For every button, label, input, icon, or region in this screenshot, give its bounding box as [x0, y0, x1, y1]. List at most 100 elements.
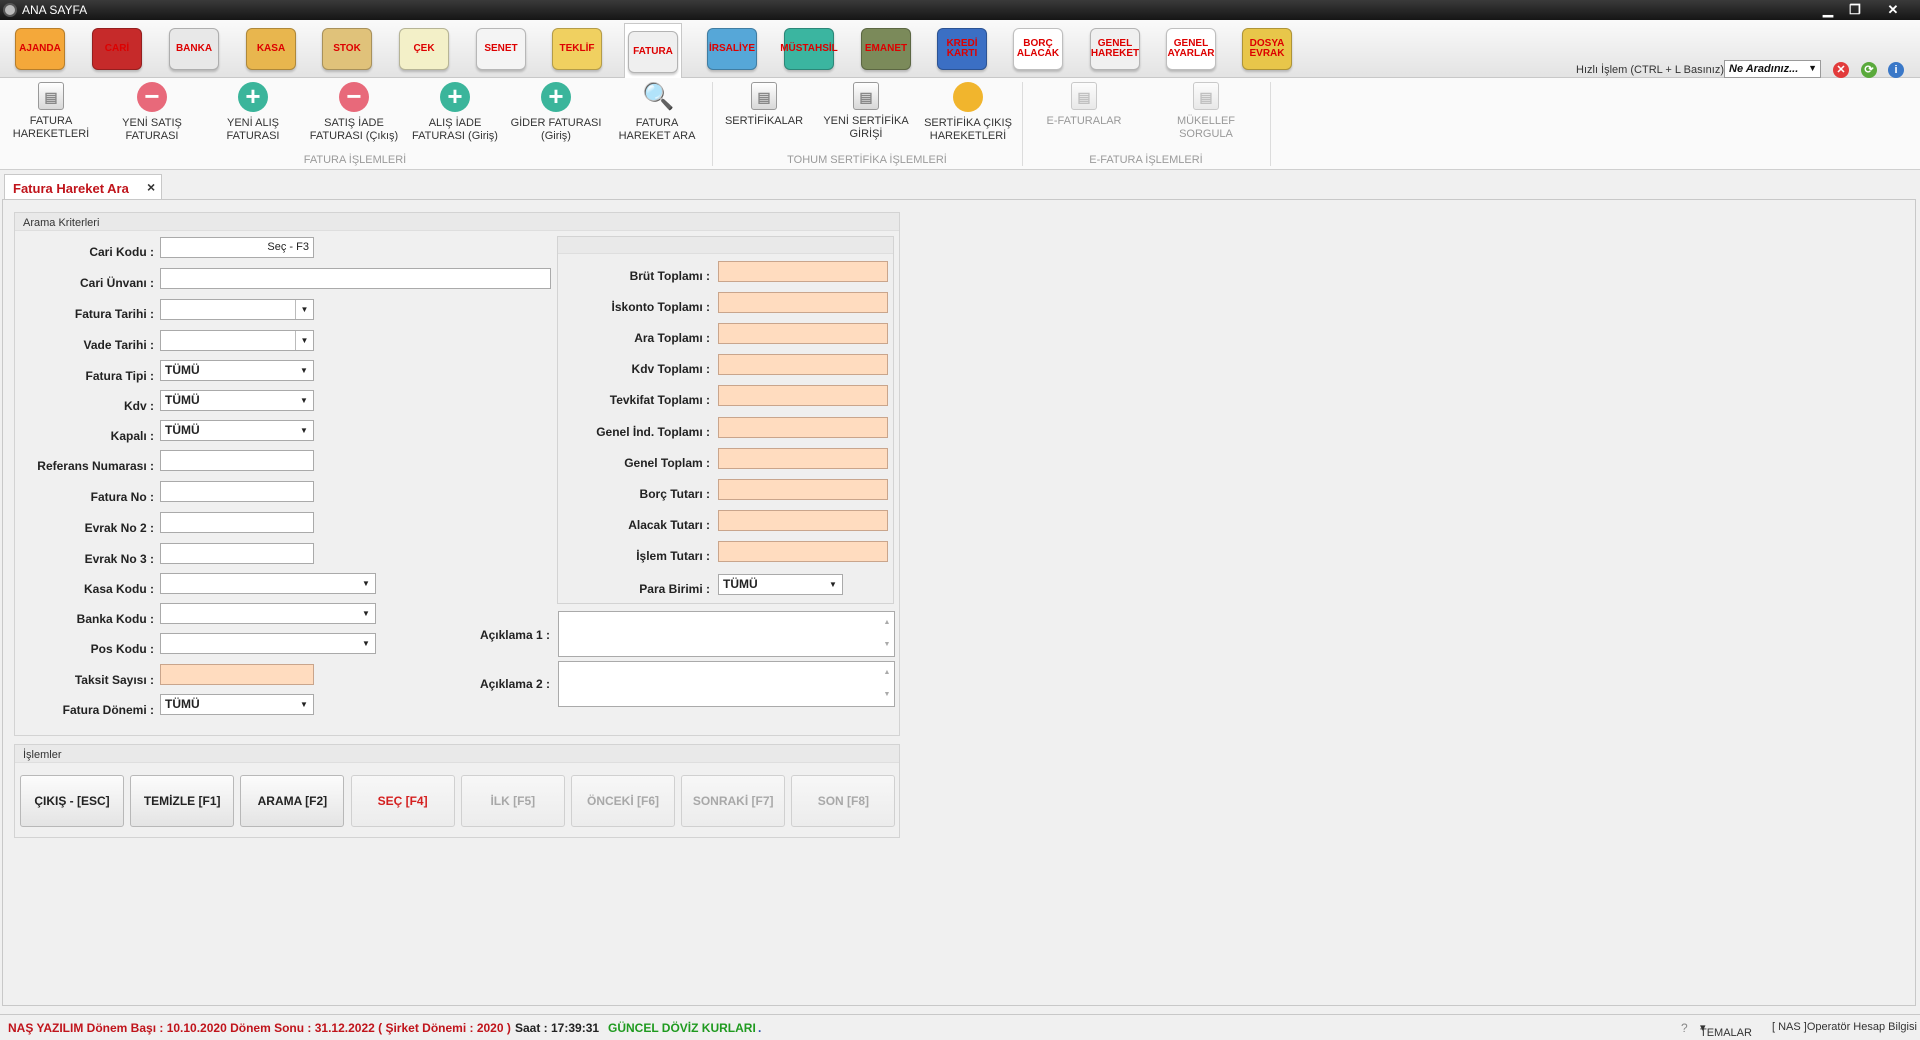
total-value-field[interactable]	[718, 261, 888, 282]
ribbon-button-ali-i-ade-faturasi-giri-[interactable]: + ALIŞ İADE FATURASI (Giriş)	[407, 82, 503, 152]
ribbon-button-serti-fi-kalar[interactable]: ▤ SERTİFİKALAR	[716, 82, 812, 152]
ribbon-divider	[712, 82, 713, 166]
fatura-donemi-value: TÜMÜ	[165, 697, 200, 711]
restore-button[interactable]: ❐	[1842, 1, 1868, 18]
action-button-son-f8[interactable]: SON [F8]	[791, 775, 896, 827]
evrak-no-3-input[interactable]	[160, 543, 314, 564]
ribbon-button-fatura-hareket-ara[interactable]: 🔍 FATURA HAREKET ARA	[609, 82, 705, 152]
aciklama-1-label: Açıklama 1 :	[479, 628, 550, 642]
ribbon-button-label: FATURA HAREKETLERİ	[12, 115, 90, 140]
kasa-kodu-select[interactable]: ▼	[160, 573, 376, 594]
action-button-i-lk-f5[interactable]: İLK [F5]	[460, 775, 565, 827]
total-value-field[interactable]	[718, 447, 888, 469]
quick-action-input[interactable]: Ne Aradınız... ▼	[1724, 60, 1821, 78]
ribbon-button-serti-fi-ka-iki-hareketleri-[interactable]: SERTİFİKA ÇIKIŞ HAREKETLERİ	[920, 82, 1016, 152]
module-agenda-button[interactable]: AJANDA	[11, 24, 69, 74]
total-label: Genel Toplam :	[624, 455, 710, 470]
total-value-field[interactable]	[718, 478, 888, 500]
fatura-donemi-select[interactable]: TÜMÜ ▼	[160, 694, 314, 715]
module-waybill-button[interactable]: İRSALİYE	[703, 24, 761, 74]
kapali-select[interactable]: TÜMÜ ▼	[160, 420, 314, 441]
module-file-button[interactable]: DOSYA EVRAK	[1238, 24, 1296, 74]
taksit-sayisi-input[interactable]	[160, 664, 314, 685]
scrollbar[interactable]: ▲ ▼	[880, 662, 894, 706]
info-icon[interactable]: i	[1888, 62, 1904, 78]
action-button-temi-zle-f1[interactable]: TEMİZLE [F1]	[130, 775, 235, 827]
cari-kodu-input[interactable]: Seç - F3	[160, 237, 314, 258]
scrollbar[interactable]: ▲ ▼	[880, 612, 894, 656]
action-button-iki-esc[interactable]: ÇIKIŞ - [ESC]	[20, 775, 124, 827]
pos-kodu-select[interactable]: ▼	[160, 633, 376, 654]
close-tab-icon[interactable]: ×	[147, 179, 155, 195]
ribbon-button-fatura-hareketleri-[interactable]: ▤ FATURA HAREKETLERİ	[3, 82, 99, 152]
total-value-field[interactable]	[718, 416, 888, 438]
ribbon-button-m-kellef-sorgula[interactable]: ▤ MÜKELLEF SORGULA	[1158, 82, 1254, 152]
status-bar: NAŞ YAZILIM Dönem Başı : 10.10.2020 Döne…	[0, 1014, 1920, 1040]
module-offer-button[interactable]: TEKLİF	[548, 24, 606, 74]
referans-input[interactable]	[160, 450, 314, 471]
total-value-field[interactable]	[718, 323, 888, 345]
module-credit-card-button[interactable]: KREDİ KARTI	[933, 24, 991, 74]
cari-unvani-input[interactable]	[160, 268, 551, 289]
total-value-field[interactable]	[718, 385, 888, 407]
module-general-movement-button[interactable]: GENEL HAREKET	[1086, 24, 1144, 74]
operator-info[interactable]: [ NAS ]Operatör Hesap Bilgisi	[1772, 1021, 1917, 1033]
module-settings-button[interactable]: GENEL AYARLAR	[1162, 24, 1220, 74]
module-label: KASA	[256, 43, 286, 54]
chevron-down-icon: ▼	[300, 700, 308, 709]
evrak-no-2-input[interactable]	[160, 512, 314, 533]
tab-fatura-hareket-ara[interactable]: Fatura Hareket Ara ×	[4, 174, 162, 200]
kdv-select[interactable]: TÜMÜ ▼	[160, 390, 314, 411]
module-invoice-button[interactable]: FATURA	[624, 23, 682, 79]
group-label-efatura: E-FATURA İŞLEMLERİ	[1089, 154, 1203, 166]
module-cheque-button[interactable]: ÇEK	[395, 24, 453, 74]
refresh-icon[interactable]: ⟳	[1861, 62, 1877, 78]
aciklama-1-textarea[interactable]: ▲ ▼	[558, 611, 895, 657]
ribbon-button-yeni-sati-faturasi[interactable]: − YENİ SATIŞ FATURASI	[104, 82, 200, 152]
action-button-nceki-f6[interactable]: ÖNCEKİ [F6]	[571, 775, 675, 827]
total-value-field[interactable]	[718, 354, 888, 376]
ribbon-button-yeni-ali-faturasi[interactable]: + YENİ ALIŞ FATURASI	[205, 82, 301, 152]
close-window-button[interactable]: ✕	[1880, 1, 1906, 18]
chevron-down-icon: ▼	[300, 426, 308, 435]
module-note-button[interactable]: SENET	[472, 24, 530, 74]
e-invoice-icon: ▤	[1071, 82, 1097, 110]
module-label: STOK	[333, 43, 361, 54]
fatura-tarihi-input[interactable]: ▼	[160, 299, 314, 320]
total-value-field[interactable]	[718, 509, 888, 531]
aciklama-2-textarea[interactable]: ▲ ▼	[558, 661, 895, 707]
ribbon-button-gi-der-faturasi-giri-[interactable]: + GİDER FATURASI (Giriş)	[508, 82, 604, 152]
module-cari-button[interactable]: CARİ	[88, 24, 146, 74]
action-button-sonraki-f7[interactable]: SONRAKİ [F7]	[681, 775, 786, 827]
module-bank-button[interactable]: BANKA	[165, 24, 223, 74]
fatura-tipi-select[interactable]: TÜMÜ ▼	[160, 360, 314, 381]
ribbon-button-e-faturalar[interactable]: ▤ E-FATURALAR	[1036, 82, 1132, 152]
chevron-down-icon[interactable]: ▼	[295, 331, 313, 350]
ribbon-button-label: MÜKELLEF SORGULA	[1176, 115, 1236, 140]
module-cashbox-button[interactable]: KASA	[242, 24, 300, 74]
module-deposit-button[interactable]: EMANET	[857, 24, 915, 74]
total-value-field[interactable]	[718, 292, 888, 314]
themes-menu[interactable]: TEMALAR ▾	[1700, 1021, 1752, 1039]
ribbon-button-sati-i-ade-faturasi-k-[interactable]: − SATIŞ İADE FATURASI (Çıkış)	[306, 82, 402, 152]
exchange-rates-link[interactable]: GÜNCEL DÖVİZ KURLARI	[608, 1021, 756, 1035]
fatura-no-input[interactable]	[160, 481, 314, 502]
help-icon[interactable]: ?	[1681, 1021, 1688, 1035]
action-button-se-f4[interactable]: SEÇ [F4]	[350, 775, 455, 827]
module-debt-credit-button[interactable]: BORÇ ALACAK	[1009, 24, 1067, 74]
vade-tarihi-input[interactable]: ▼	[160, 330, 314, 351]
module-stock-button[interactable]: STOK	[318, 24, 376, 74]
close-circle-icon[interactable]: ✕	[1833, 62, 1849, 78]
module-producer-button[interactable]: MÜSTAHSİL	[780, 24, 838, 74]
para-birimi-select[interactable]: TÜMÜ ▼	[718, 574, 843, 595]
period-info: NAŞ YAZILIM Dönem Başı : 10.10.2020 Döne…	[8, 1021, 511, 1035]
minimize-button[interactable]: ▁	[1815, 1, 1841, 18]
stock-icon: STOK	[322, 28, 372, 70]
chevron-down-icon[interactable]: ▼	[295, 300, 313, 319]
ribbon-button-yeni-serti-fi-ka-gi-ri-i-[interactable]: ▤ YENİ SERTİFİKA GİRİŞİ	[818, 82, 914, 152]
action-button-arama-f2[interactable]: ARAMA [F2]	[240, 775, 345, 827]
banka-kodu-select[interactable]: ▼	[160, 603, 376, 624]
total-value-field[interactable]	[718, 540, 888, 562]
ribbon-button-label: YENİ SERTİFİKA GİRİŞİ	[823, 115, 909, 140]
ribbon-button-label: SATIŞ İADE FATURASI (Çıkış)	[309, 117, 399, 142]
